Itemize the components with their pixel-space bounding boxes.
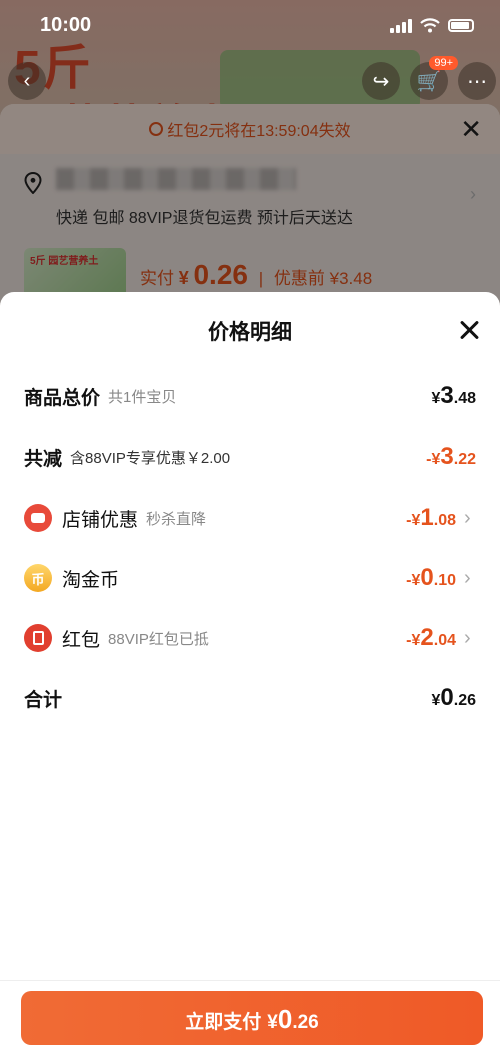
close-icon[interactable] bbox=[456, 318, 482, 344]
pay-label: 立即支付 bbox=[185, 1012, 262, 1033]
total-sub: 共1件宝贝 bbox=[108, 388, 177, 406]
chevron-left-icon: ‹ bbox=[23, 69, 31, 92]
more-button[interactable]: ⋯ bbox=[458, 62, 496, 100]
cart-button[interactable]: 🛒 99+ bbox=[410, 56, 458, 100]
back-button[interactable]: ‹ bbox=[8, 62, 46, 100]
redpack-label: 红包 bbox=[62, 629, 101, 651]
status-icons bbox=[390, 18, 474, 33]
shop-icon bbox=[24, 504, 52, 532]
share-button[interactable]: ↪ bbox=[362, 62, 400, 100]
row-reduce: 共减 含88VIP专享优惠￥2.00 -¥ 3.22 bbox=[24, 437, 476, 477]
cart-icon: 🛒 bbox=[416, 70, 442, 93]
redpack-icon bbox=[24, 624, 52, 652]
status-time: 10:00 bbox=[40, 14, 92, 36]
total-label: 商品总价 bbox=[24, 387, 101, 409]
bottom-bar: 立即支付 ¥ 0 .26 bbox=[0, 980, 500, 1053]
modal-title: 价格明细 bbox=[208, 321, 292, 344]
coin-label: 淘金币 bbox=[62, 569, 120, 591]
cart-count-badge: 99+ bbox=[429, 56, 458, 70]
row-sum: 合计 ¥0.26 bbox=[24, 678, 476, 718]
shop-value: -¥ 1.08 bbox=[406, 504, 456, 531]
row-coin[interactable]: 币 淘金币 -¥ 0.10 › bbox=[24, 558, 476, 598]
reduce-value: -¥ 3.22 bbox=[426, 443, 476, 470]
row-redpack[interactable]: 红包 88VIP红包已抵 -¥ 2.04 › bbox=[24, 618, 476, 658]
signal-icon bbox=[390, 18, 412, 33]
pay-now-button[interactable]: 立即支付 ¥ 0 .26 bbox=[21, 991, 483, 1045]
chevron-right-icon: › bbox=[464, 626, 471, 649]
status-bar: 10:00 bbox=[0, 0, 500, 54]
pay-int: 0 bbox=[277, 1004, 293, 1034]
top-nav: ‹ ↪ 🛒 99+ ⋯ bbox=[0, 56, 500, 106]
share-icon: ↪ bbox=[372, 70, 390, 93]
total-value: ¥3.48 bbox=[431, 382, 476, 409]
reduce-sub: 含88VIP专享优惠￥2.00 bbox=[70, 449, 231, 467]
battery-icon bbox=[448, 19, 474, 32]
shop-label: 店铺优惠 bbox=[62, 509, 139, 531]
shop-sub: 秒杀直降 bbox=[146, 510, 207, 528]
chevron-right-icon: › bbox=[464, 566, 471, 589]
sum-value: ¥0.26 bbox=[431, 684, 476, 711]
coin-icon: 币 bbox=[24, 564, 52, 592]
wifi-icon bbox=[420, 18, 440, 33]
pay-dec: .26 bbox=[292, 1012, 319, 1033]
chevron-right-icon: › bbox=[464, 506, 471, 529]
pay-yen: ¥ bbox=[267, 1012, 278, 1033]
redpack-value: -¥ 2.04 bbox=[406, 624, 456, 651]
row-shop-discount[interactable]: 店铺优惠 秒杀直降 -¥ 1.08 › bbox=[24, 498, 476, 538]
reduce-label: 共减 bbox=[24, 448, 63, 470]
redpack-sub: 88VIP红包已抵 bbox=[108, 630, 209, 648]
row-total: 商品总价 共1件宝贝 ¥3.48 bbox=[24, 376, 476, 416]
price-detail-modal: 价格明细 商品总价 共1件宝贝 ¥3.48 共减 含88VIP专享优惠￥2.00… bbox=[0, 292, 500, 1053]
more-icon: ⋯ bbox=[467, 70, 487, 93]
sum-label: 合计 bbox=[24, 689, 63, 711]
coin-value: -¥ 0.10 bbox=[406, 564, 456, 591]
